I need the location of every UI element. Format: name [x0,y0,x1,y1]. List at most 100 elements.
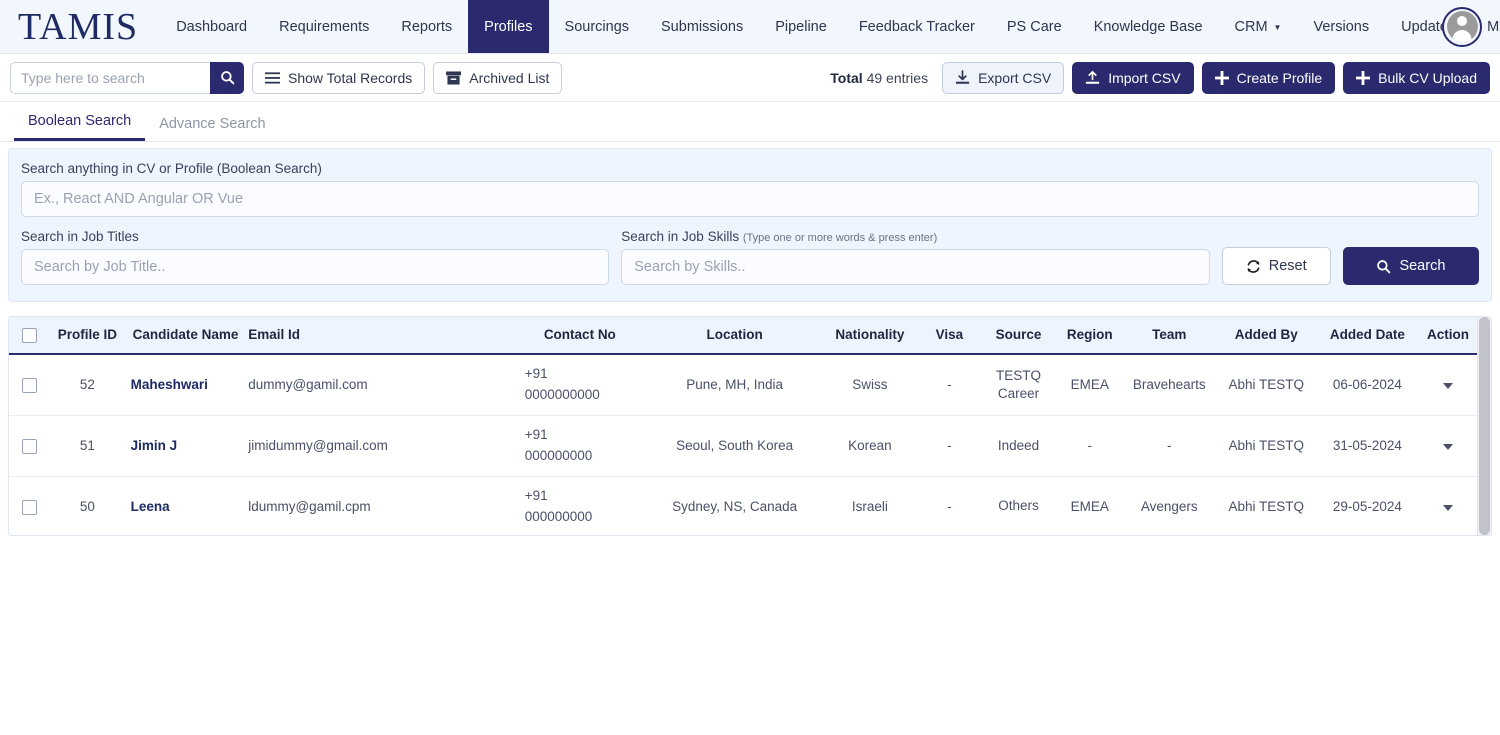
job-titles-input[interactable] [21,249,610,285]
job-skills-label: Search in Job Skills (Type one or more w… [621,229,1209,244]
cell-source: TESTQ Career [981,353,1056,416]
bulk-cv-upload-button[interactable]: Bulk CV Upload [1343,61,1490,94]
nav-item-label: Feedback Tracker [858,18,975,35]
cell-action [1416,476,1479,535]
column-header-location: Location [646,317,823,355]
cell-nationality: Israeli [822,476,918,535]
archive-box-icon [446,70,462,85]
job-skills-field-group: Search in Job Skills (Type one or more w… [621,229,1210,285]
nav-item-feedback-tracker[interactable]: Feedback Tracker [843,0,991,53]
table-vertical-scrollbar[interactable] [1477,317,1491,535]
chevron-down-icon[interactable] [1442,505,1453,512]
contact-country-code: +91 [524,426,548,442]
nav-item-requirements[interactable]: Requirements [263,0,385,53]
search-icon [220,70,235,85]
boolean-search-input[interactable] [21,181,1479,217]
nav-item-ps-care[interactable]: PS Care [991,0,1078,53]
row-checkbox[interactable] [22,377,38,393]
cell-nationality: Korean [822,415,918,477]
nav-item-crm[interactable]: CRM ▼ [1219,0,1298,53]
nav-links: Dashboard Requirements Reports Profiles Sour… [160,0,1500,53]
search-button[interactable]: Search [1342,247,1480,285]
table-header-row: Profile ID Candidate Name Email Id Contact … [9,317,1479,355]
profiles-table-container: Profile ID Candidate Name Email Id Contact … [8,316,1492,536]
search-fields-row: Search in Job Titles Search in Job Skill… [21,229,1480,285]
cell-location: Sydney, NS, Canada [646,476,823,535]
hamburger-icon [265,71,280,84]
create-profile-button[interactable]: Create Profile [1201,61,1336,94]
cell-action [1416,415,1479,477]
column-header-email-id: Email Id [240,317,513,355]
nav-item-profiles[interactable]: Profiles [468,0,549,53]
nav-item-label: Versions [1313,18,1370,35]
nav-item-label: Knowledge Base [1093,18,1203,35]
cell-added-by: Abhi TESTQ [1214,415,1318,477]
export-csv-label: Export CSV [978,69,1052,86]
column-header-candidate-name: Candidate Name [124,317,241,355]
nav-item-label: Submissions [661,18,744,35]
chevron-down-icon[interactable] [1442,383,1453,390]
cell-contact-no: +91 000000000 [512,476,647,535]
app-logo[interactable]: TAMIS [0,0,160,53]
table-row[interactable]: 51 Jimin Jjimidummy@gmail.com +91 000000000… [9,415,1479,477]
job-titles-label: Search in Job Titles [21,229,139,244]
reset-button[interactable]: Reset [1221,247,1331,285]
cell-candidate-name: Leena [124,476,241,535]
job-skills-hint: (Type one or more words & press enter) [742,232,938,244]
search-icon [1376,259,1391,274]
archived-list-button[interactable]: Archived List [433,61,563,94]
select-all-checkbox[interactable] [22,327,38,343]
nav-item-submissions[interactable]: Submissions [645,0,759,53]
chevron-down-icon[interactable] [1442,444,1453,451]
nav-item-dashboard[interactable]: Dashboard [160,0,263,53]
user-avatar-icon[interactable] [1442,6,1482,47]
cell-location: Pune, MH, India [646,353,823,416]
nav-item-label: PS Care [1006,18,1062,35]
nav-item-reports[interactable]: Reports [385,0,468,53]
search-input[interactable] [10,61,210,94]
contact-country-code: +91 [524,365,548,381]
search-submit-button[interactable] [210,61,244,94]
tab-advance-search[interactable]: Advance Search [145,116,279,141]
row-select-cell [9,353,51,416]
column-header-visa: Visa [917,317,982,355]
nav-item-versions[interactable]: Versions [1297,0,1385,53]
show-total-records-button[interactable]: Show Total Records [252,61,426,94]
cell-added-by: Abhi TESTQ [1214,476,1318,535]
search-label: Search [1399,258,1446,274]
cell-profile-id: 51 [50,415,125,477]
nav-item-knowledge-base[interactable]: Knowledge Base [1078,0,1219,53]
cell-region: - [1055,415,1124,477]
create-profile-label: Create Profile [1236,69,1323,86]
cell-email: dummy@gamil.com [240,353,513,416]
select-all-header [9,317,51,355]
scrollbar-thumb[interactable] [1479,317,1490,535]
contact-country-code: +91 [524,487,548,503]
row-select-cell [9,415,51,477]
tab-boolean-search[interactable]: Boolean Search [14,113,146,141]
cell-added-by: Abhi TESTQ [1214,353,1318,416]
table-row[interactable]: 50 Leena ldummy@gamil.cpm +91 000000000 Sydne… [9,476,1479,535]
avatar[interactable] [1442,6,1482,47]
row-checkbox[interactable] [22,438,38,454]
job-skills-input[interactable] [621,249,1210,285]
cell-team: Bravehearts [1123,353,1215,416]
nav-item-pipeline[interactable]: Pipeline [759,0,843,53]
cell-candidate-name: Jimin J [124,415,241,477]
cell-region: EMEA [1055,353,1124,416]
row-select-cell [9,476,51,535]
cell-candidate-name: Maheshwari [124,353,241,416]
cell-added-date: 29-05-2024 [1317,476,1417,535]
chevron-down-icon: ▼ [1273,23,1282,32]
export-csv-button[interactable]: Export CSV [942,61,1065,94]
avatar-silhouette [1446,11,1478,42]
row-checkbox[interactable] [22,499,38,515]
table-row[interactable]: 52 Maheshwari dummy@gamil.com +91 0000000000… [9,353,1479,416]
column-header-contact-no: Contact No [512,317,647,355]
column-header-team: Team [1123,317,1215,355]
import-csv-button[interactable]: Import CSV [1072,61,1194,94]
nav-item-label: Reports [401,18,453,35]
cell-visa: - [917,476,982,535]
nav-item-sourcings[interactable]: Sourcings [549,0,645,53]
nav-item-label: Pipeline [775,18,827,35]
